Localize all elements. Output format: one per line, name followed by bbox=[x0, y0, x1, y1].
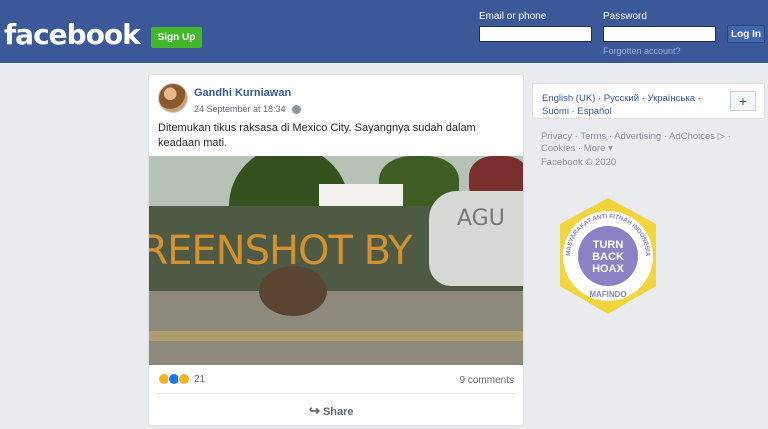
post-text: Ditemukan tikus raksasa di Mexico City. … bbox=[158, 122, 476, 149]
mafindo-badge: MASYARAKAT ANTI FITNAH INDONESIA TURN BA… bbox=[560, 198, 656, 314]
badge-hoax: HOAX bbox=[592, 263, 624, 275]
reaction-count: 21 bbox=[194, 373, 206, 385]
log-in-button[interactable]: Log In bbox=[727, 25, 765, 43]
copyright: Facebook © 2020 bbox=[541, 157, 617, 168]
reactions-bar[interactable]: 21 bbox=[158, 373, 205, 385]
share-button[interactable]: ↪ Share bbox=[309, 403, 354, 419]
top-bar: facebook Sign Up Email or phone Password… bbox=[0, 0, 768, 63]
post-timestamp[interactable]: 24 September at 18:34 bbox=[194, 104, 286, 114]
email-label: Email or phone bbox=[479, 11, 547, 22]
post-meta: 24 September at 18:34 bbox=[194, 104, 302, 115]
photo-ground bbox=[149, 291, 523, 365]
photo-mud bbox=[149, 331, 523, 341]
globe-icon bbox=[292, 105, 302, 115]
share-label: Share bbox=[322, 406, 354, 418]
post-card: Gandhi Kurniawan 24 September at 18:34 D… bbox=[148, 74, 524, 426]
haha-reaction-icon bbox=[178, 373, 190, 385]
avatar[interactable] bbox=[158, 83, 188, 113]
facebook-logo[interactable]: facebook bbox=[4, 18, 141, 51]
divider bbox=[158, 393, 514, 394]
email-field[interactable] bbox=[479, 26, 592, 42]
more-languages-button[interactable]: + bbox=[730, 91, 756, 111]
language-list[interactable]: English (UK) · Русский · Українська · Su… bbox=[542, 92, 722, 118]
post-author[interactable]: Gandhi Kurniawan bbox=[194, 87, 291, 99]
post-photo[interactable]: AGU SCREENSHOT BY bbox=[149, 156, 523, 365]
comments-count[interactable]: 9 comments bbox=[460, 375, 514, 386]
password-label: Password bbox=[603, 11, 647, 22]
forgotten-account-link[interactable]: Forgotten account? bbox=[603, 46, 681, 56]
language-box: English (UK) · Русский · Українська · Su… bbox=[532, 83, 765, 119]
password-field[interactable] bbox=[603, 26, 716, 42]
badge-org: MAFINDO bbox=[589, 290, 626, 299]
badge-turn: TURN bbox=[593, 239, 624, 251]
sign-up-button[interactable]: Sign Up bbox=[151, 27, 202, 48]
footer-links[interactable]: Privacy · Terms · Advertising · AdChoice… bbox=[541, 131, 751, 155]
screenshot-watermark: SCREENSHOT BY bbox=[149, 228, 412, 274]
badge-back: BACK bbox=[592, 251, 624, 263]
share-icon: ↪ bbox=[309, 403, 320, 418]
